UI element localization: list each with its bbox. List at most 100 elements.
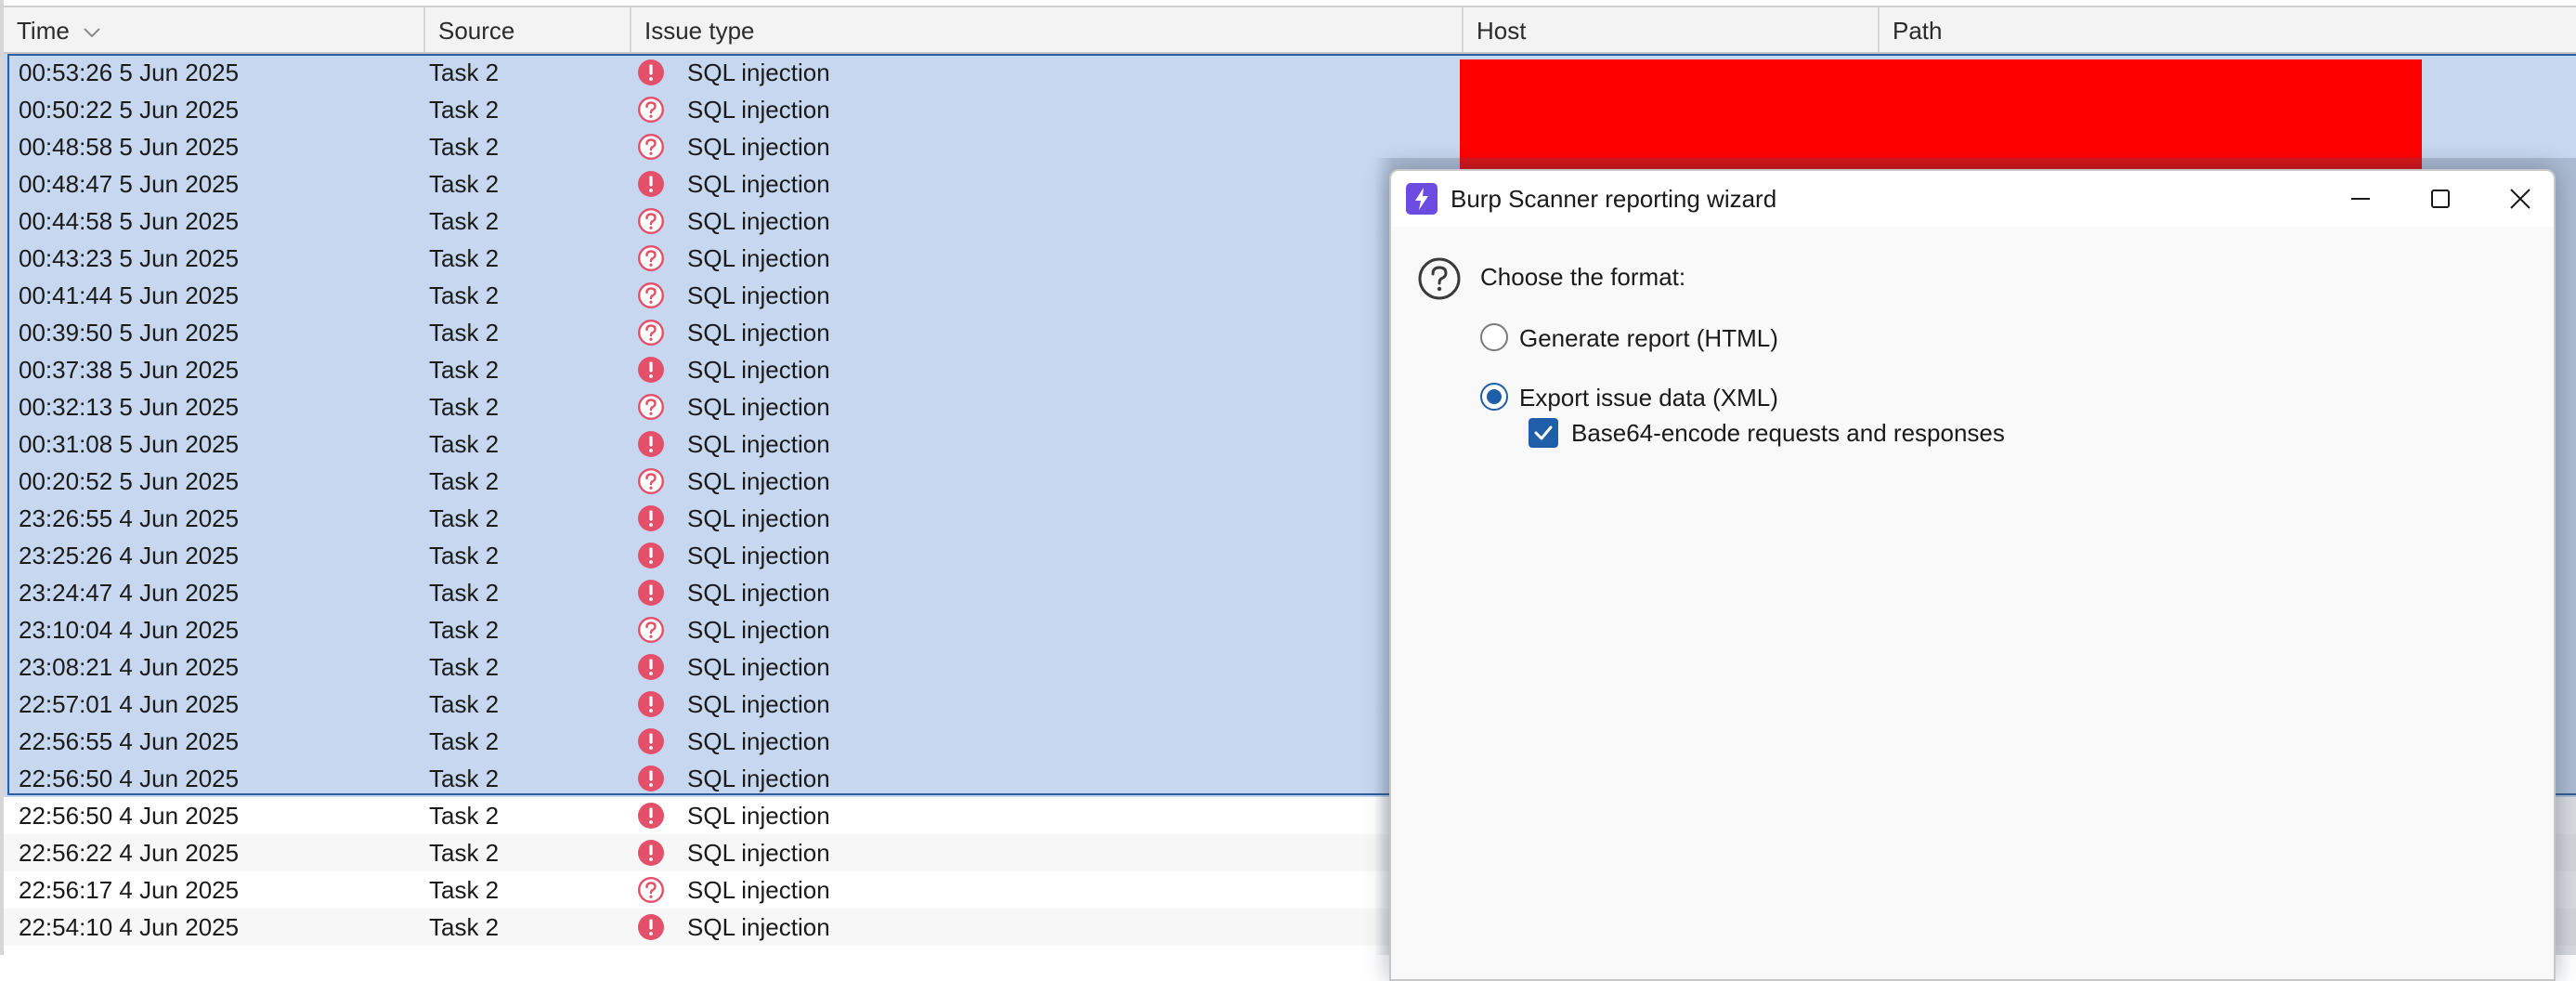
close-icon [2510, 189, 2530, 209]
cell-source: Task 2 [429, 393, 500, 421]
column-header-path-label: Path [1893, 17, 1943, 45]
cell-issue-type: SQL injection [687, 356, 830, 384]
maximize-button[interactable] [2403, 171, 2478, 227]
close-button[interactable] [2483, 171, 2557, 227]
cell-time: 23:25:26 4 Jun 2025 [19, 542, 240, 569]
cell-time: 22:57:01 4 Jun 2025 [19, 690, 240, 718]
cell-time: 23:26:55 4 Jun 2025 [19, 504, 240, 532]
cell-time: 00:41:44 5 Jun 2025 [19, 281, 240, 309]
cell-source: Task 2 [429, 616, 500, 644]
cell-time: 00:44:58 5 Jun 2025 [19, 207, 240, 235]
cell-source: Task 2 [429, 59, 500, 86]
cell-time: 00:43:23 5 Jun 2025 [19, 244, 240, 272]
cell-source: Task 2 [429, 913, 500, 941]
option-label: Export issue data (XML) [1519, 384, 1778, 412]
cell-issue-type: SQL injection [687, 393, 830, 421]
burp-lightning-icon [1406, 183, 1438, 215]
radio-export-issue-data[interactable] [1480, 383, 1508, 411]
exclamation-circle-icon [638, 505, 664, 531]
column-header-source-label: Source [438, 17, 515, 45]
cell-source: Task 2 [429, 356, 500, 384]
cell-issue-type: SQL injection [687, 690, 830, 718]
exclamation-circle-icon [638, 728, 664, 754]
cell-source: Task 2 [429, 653, 500, 681]
minimize-button[interactable] [2323, 171, 2398, 227]
exclamation-circle-icon [638, 654, 664, 680]
cell-time: 00:53:26 5 Jun 2025 [19, 59, 240, 86]
radio-generate-report[interactable] [1480, 323, 1508, 351]
cell-source: Task 2 [429, 765, 500, 792]
question-circle-icon [637, 133, 665, 161]
exclamation-circle-icon [638, 357, 664, 383]
reporting-wizard-dialog: Burp Scanner reporting wizard Choose the… [1389, 169, 2556, 981]
base64-checkbox-label: Base64-encode requests and responses [1571, 419, 2005, 447]
cell-issue-type: SQL injection [687, 467, 830, 495]
cell-source: Task 2 [429, 727, 500, 755]
question-circle-icon [637, 96, 665, 124]
column-header-path[interactable]: Path [1880, 7, 2576, 52]
exclamation-circle-icon [638, 580, 664, 606]
column-header-issue-type[interactable]: Issue type [631, 7, 1464, 52]
maximize-icon [2431, 190, 2450, 208]
cell-time: 00:48:58 5 Jun 2025 [19, 133, 240, 161]
option-label: Generate report (HTML) [1519, 324, 1778, 352]
question-circle-icon [637, 616, 665, 644]
cell-time: 22:56:55 4 Jun 2025 [19, 727, 240, 755]
help-circle-icon[interactable] [1417, 256, 1462, 301]
cell-time: 22:56:22 4 Jun 2025 [19, 839, 240, 867]
column-header-source[interactable]: Source [425, 7, 631, 52]
cell-time: 22:56:50 4 Jun 2025 [19, 802, 240, 830]
exclamation-circle-icon [638, 914, 664, 940]
cell-issue-type: SQL injection [687, 207, 830, 235]
cell-source: Task 2 [429, 542, 500, 569]
cell-time: 23:24:47 4 Jun 2025 [19, 579, 240, 607]
column-header-host-label: Host [1477, 17, 1527, 45]
cell-issue-type: SQL injection [687, 542, 830, 569]
column-header-time-label: Time [17, 17, 70, 45]
cell-issue-type: SQL injection [687, 244, 830, 272]
cell-source: Task 2 [429, 579, 500, 607]
cell-source: Task 2 [429, 690, 500, 718]
cell-issue-type: SQL injection [687, 839, 830, 867]
cell-time: 00:20:52 5 Jun 2025 [19, 467, 240, 495]
cell-source: Task 2 [429, 430, 500, 458]
cell-time: 22:56:17 4 Jun 2025 [19, 876, 240, 904]
cell-time: 00:39:50 5 Jun 2025 [19, 319, 240, 347]
exclamation-circle-icon [638, 59, 664, 85]
cell-source: Task 2 [429, 802, 500, 830]
cell-issue-type: SQL injection [687, 653, 830, 681]
exclamation-circle-icon [638, 803, 664, 829]
exclamation-circle-icon [638, 171, 664, 197]
cell-issue-type: SQL injection [687, 170, 830, 198]
base64-checkbox[interactable] [1529, 418, 1558, 448]
cell-issue-type: SQL injection [687, 281, 830, 309]
cell-issue-type: SQL injection [687, 765, 830, 792]
cell-issue-type: SQL injection [687, 96, 830, 124]
cell-time: 00:50:22 5 Jun 2025 [19, 96, 240, 124]
cell-time: 00:48:47 5 Jun 2025 [19, 170, 240, 198]
column-header-time[interactable]: Time [4, 7, 425, 52]
dialog-content: Choose the format: Generate report (HTML… [1391, 227, 2554, 979]
exclamation-circle-icon [638, 765, 664, 791]
cell-issue-type: SQL injection [687, 504, 830, 532]
cell-source: Task 2 [429, 133, 500, 161]
cell-source: Task 2 [429, 319, 500, 347]
cell-source: Task 2 [429, 876, 500, 904]
cell-issue-type: SQL injection [687, 59, 830, 86]
exclamation-circle-icon [638, 543, 664, 569]
cell-time: 22:56:50 4 Jun 2025 [19, 765, 240, 792]
exclamation-circle-icon [638, 431, 664, 457]
question-circle-icon [637, 207, 665, 235]
chevron-down-icon [84, 28, 100, 38]
question-circle-icon [637, 319, 665, 347]
question-circle-icon [637, 244, 665, 272]
cell-time: 00:31:08 5 Jun 2025 [19, 430, 240, 458]
column-header-host[interactable]: Host [1464, 7, 1880, 52]
dialog-title: Burp Scanner reporting wizard [1451, 185, 1777, 213]
dialog-titlebar[interactable]: Burp Scanner reporting wizard [1391, 171, 2554, 227]
cell-source: Task 2 [429, 467, 500, 495]
question-circle-icon [637, 876, 665, 904]
cell-issue-type: SQL injection [687, 616, 830, 644]
cell-source: Task 2 [429, 504, 500, 532]
question-circle-icon [637, 393, 665, 421]
